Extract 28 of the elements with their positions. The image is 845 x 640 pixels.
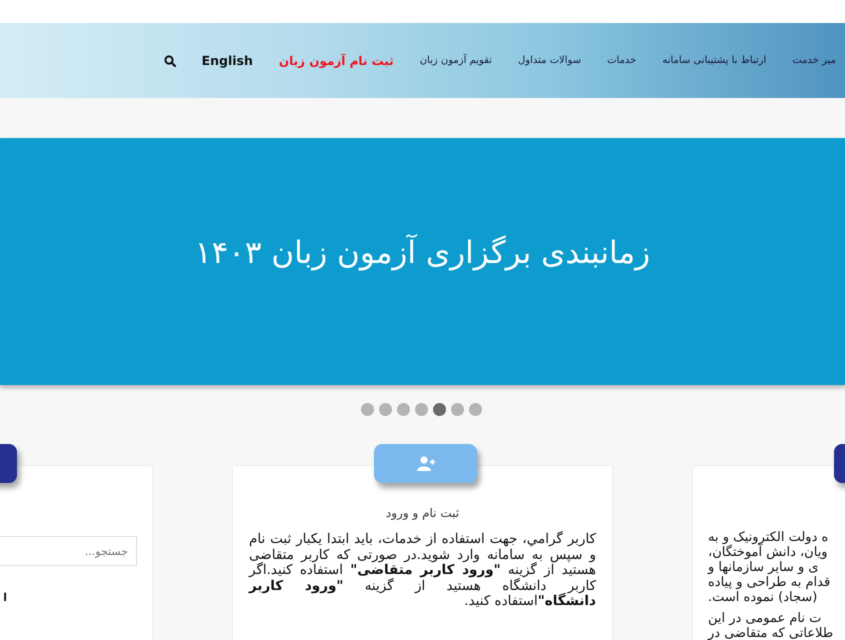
register-button[interactable] (374, 444, 477, 483)
card-text: ه دولت الکترونیک و به (708, 530, 830, 545)
add-user-icon (416, 456, 434, 471)
card-text: ت نام عمومی در این (708, 611, 822, 626)
slider-dot[interactable] (379, 403, 392, 416)
slider-dot[interactable] (397, 403, 410, 416)
card-text: ی و سایر سازمانها و (708, 560, 820, 575)
card-text: کاربر گرامي، جهت استفاده از خدمات، باید ابتدا یکبار ثبت نام و سپس به سامانه وارد شوید.در صورتی که کاربر متقاضی هستید از گزینه "ورود کاربر متقاضی" استفاده کنید.اگر کاربر دانشگاه هستید از گزینه "ورود کاربر دانشگاه"استفاده کنید. (249, 532, 596, 610)
card-text: طلاعاتی که متقاضی در (708, 626, 834, 640)
card-text: (سجاد) نموده است. (708, 590, 818, 605)
slider-dot[interactable] (451, 403, 464, 416)
card-text: ا (2, 591, 7, 604)
nav-link[interactable]: سوالات متداول (518, 55, 582, 66)
nav-link[interactable]: خدمات (607, 55, 636, 66)
search-field[interactable]: جستجو... (0, 536, 137, 566)
search-icon[interactable] (164, 54, 176, 66)
slider-dot[interactable] (415, 403, 428, 416)
banner-title: زمانبندی برگزاری آزمون زبان ۱۴۰۳ (194, 234, 650, 270)
slider-dot[interactable] (433, 403, 446, 416)
nav-link[interactable]: ارتباط با پشتیبانی سامانه (662, 55, 766, 66)
card-text: ویان، دانش آموختگان، (708, 545, 829, 560)
slider-dot[interactable] (361, 403, 374, 416)
slider-dot[interactable] (469, 403, 482, 416)
nav-link[interactable]: تقویم آزمون زبان (420, 55, 492, 66)
nav-link[interactable]: میز خدمت (792, 55, 836, 66)
card-text: قدام به طراحی و پیاده (708, 575, 832, 590)
nav-link[interactable]: English (202, 53, 253, 68)
card-title: ثبت نام و ورود (384, 506, 460, 520)
